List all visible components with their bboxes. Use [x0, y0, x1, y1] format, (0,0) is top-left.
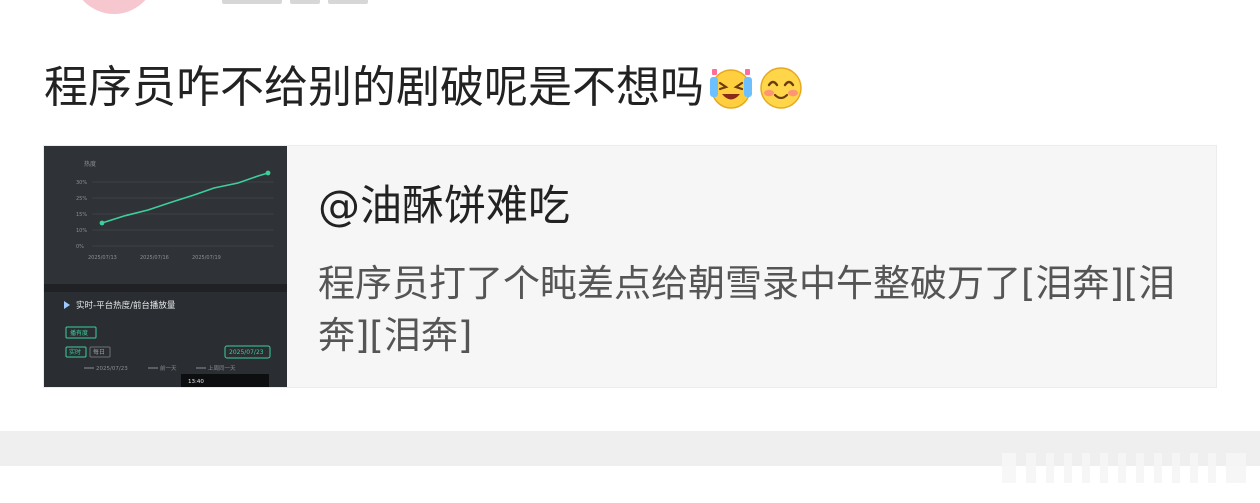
thumb-time-label: 13:40: [188, 379, 204, 385]
user-avatar[interactable]: [72, 0, 156, 14]
laugh-cry-emoji-icon: [708, 65, 754, 111]
faded-toolbar-icon: [1002, 453, 1246, 483]
section-divider: [0, 431, 1260, 483]
thumb-legend-2: 前一天: [160, 364, 177, 372]
blush-emoji-icon: [758, 65, 804, 111]
shared-post-author[interactable]: @油酥饼难吃: [318, 176, 570, 236]
username-placeholder: [222, 0, 412, 4]
shared-post-thumbnail[interactable]: 热度 30% 25% 15% 10% 0% 2025/07/13 2025/07…: [44, 146, 287, 387]
post-content: 程序员咋不给别的剧破呢是不想吗: [44, 58, 804, 118]
weibo-post-screen: 程序员咋不给别的剧破呢是不想吗 热度 30% 25% 15% 10% 0% 20…: [0, 0, 1260, 503]
thumb-tag-2: 实时: [69, 348, 81, 356]
thumb-tag-3: 每日: [93, 348, 105, 356]
chart-date-2: 2025/07/16: [140, 255, 169, 261]
shared-post-body: 程序员打了个盹差点给朝雪录中午整破万了[泪奔][泪奔][泪奔]: [318, 262, 1176, 357]
svg-text:25%: 25%: [76, 196, 87, 202]
thumb-panel-title: 实时-平台热度/前台播放量: [76, 300, 176, 311]
chart-date-3: 2025/07/19: [192, 255, 221, 261]
svg-text:10%: 10%: [76, 228, 87, 234]
chart-date-1: 2025/07/13: [88, 255, 117, 261]
svg-text:0%: 0%: [76, 244, 84, 250]
svg-text:热度: 热度: [84, 160, 96, 168]
thumb-date-badge: 2025/07/23: [229, 349, 264, 356]
post-text: 程序员咋不给别的剧破呢是不想吗: [44, 62, 704, 113]
svg-text:15%: 15%: [76, 212, 87, 218]
svg-text:30%: 30%: [76, 180, 87, 186]
thumb-tag-1: 播有度: [70, 329, 88, 337]
thumb-legend-1: 2025/07/23: [96, 366, 128, 372]
thumb-legend-3: 上周同一天: [208, 364, 236, 372]
shared-post-card[interactable]: 热度 30% 25% 15% 10% 0% 2025/07/13 2025/07…: [43, 145, 1217, 388]
